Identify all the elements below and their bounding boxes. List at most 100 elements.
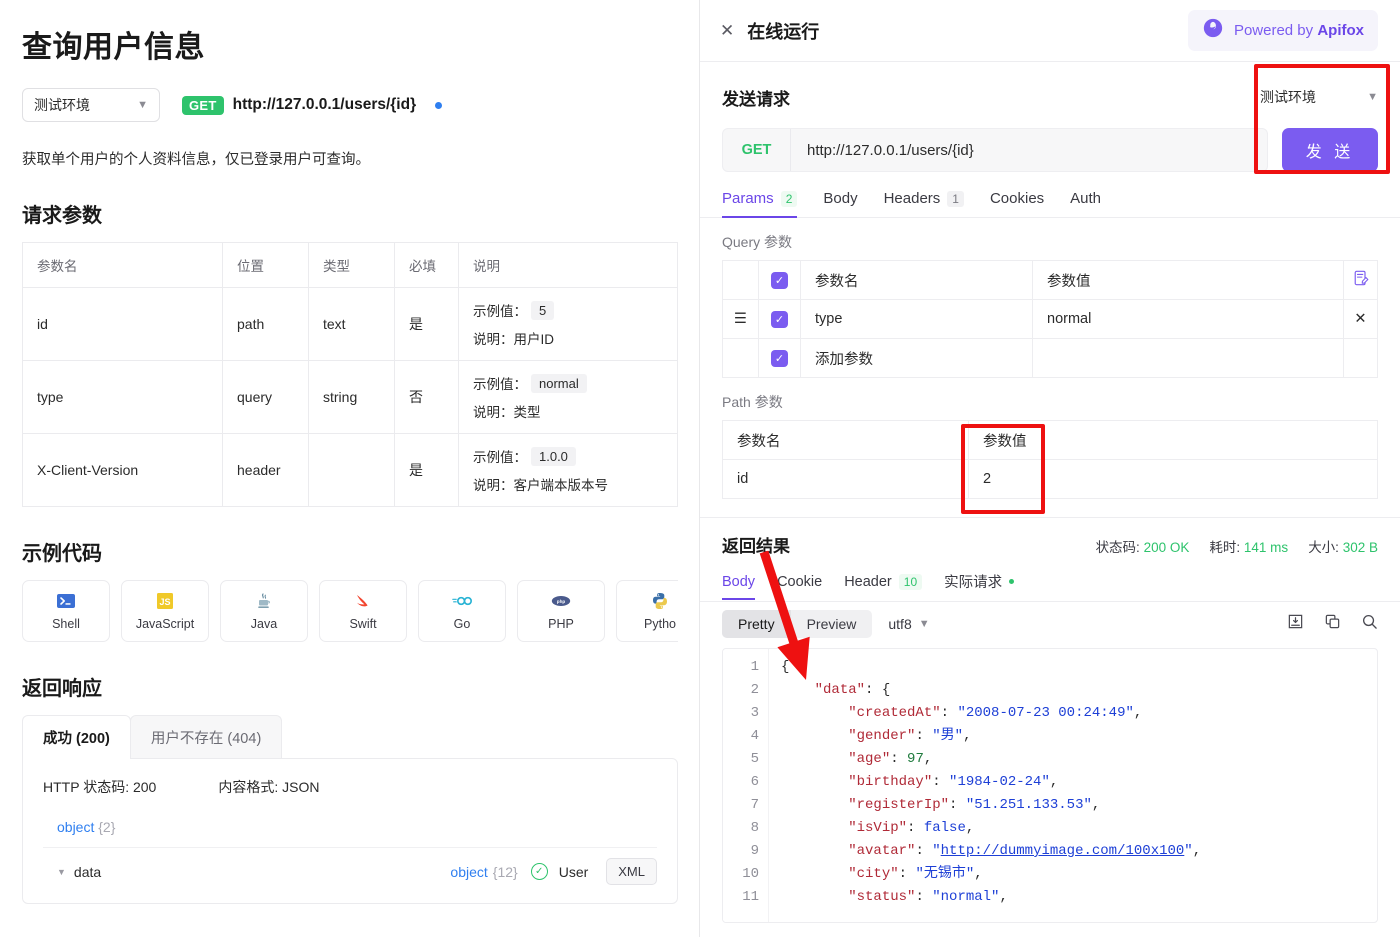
json-response-viewer[interactable]: 1 2 3 4 5 6 7 8 9 10 11 { "data": { "createdAt": "… [722,648,1378,923]
lang-label: PHP [548,617,574,631]
tab-params[interactable]: Params 2 [722,190,798,218]
schema-row-data[interactable]: ▼ data object {12} ✓ User XML [43,847,657,885]
example-label: 示例值： [473,450,527,465]
empty-cell [1343,338,1378,378]
view-mode-preview[interactable]: Preview [791,610,873,638]
lang-card-python[interactable]: Pytho [616,580,678,642]
stat-value: 141 ms [1243,540,1289,555]
example-value: 5 [531,300,555,320]
code-token: , [1049,774,1059,790]
row-checkbox[interactable]: ✓ [771,349,788,367]
result-title: 返回结果 [722,537,790,556]
lang-card-swift[interactable]: Swift [319,580,407,642]
tab-headers[interactable]: Headers 1 [884,190,964,217]
code-line: "avatar": "http://dummyimage.com/100x100… [781,840,1377,863]
view-mode-pretty[interactable]: Pretty [722,610,791,638]
environment-select[interactable]: 测试环境 ▼ [22,88,160,122]
param-type: string [308,360,395,434]
send-button[interactable]: 发 送 [1282,128,1378,172]
path-param-name: id [722,459,969,499]
add-param-value[interactable] [1032,338,1344,378]
example-label: 示例值： [473,377,527,392]
tab-result-cookie[interactable]: Cookie [777,574,822,599]
environment-select-label: 测试环境 [34,97,90,113]
tab-auth[interactable]: Auth [1070,190,1101,217]
col-param-in: 位置 [222,242,309,288]
table-row: X-Client-Version header 是 示例值： 1.0.0 说明：… [22,433,678,507]
code-line: "isVip": false, [781,817,1377,840]
stat-value: 302 B [1342,540,1378,555]
tab-result-header[interactable]: Header 10 [844,573,923,599]
xml-button[interactable]: XML [606,858,657,885]
powered-by-apifox[interactable]: Powered by Apifox [1187,10,1378,51]
page-title: 查询用户信息 [22,31,205,64]
copy-icon[interactable] [1324,613,1341,635]
lang-card-javascript[interactable]: JS JavaScript [121,580,209,642]
table-header-row: ✓ 参数名 参数值 [722,260,1378,300]
select-all-checkbox[interactable]: ✓ [771,271,788,289]
tab-label: Cookies [989,190,1045,207]
query-param-value[interactable]: normal [1032,299,1344,339]
param-required: 否 [394,360,459,434]
api-description: 获取单个用户的个人资料信息，仅已登录用户可查询。 [22,152,370,168]
bulk-edit-cell [1343,260,1378,300]
search-icon[interactable] [1361,613,1378,635]
url-input[interactable]: GET http://127.0.0.1/users/{id} [722,128,1268,172]
stat-size: 大小: 302 B [1308,536,1378,556]
param-in: path [222,287,309,361]
code-token: : [932,774,950,790]
result-stats: 状态码: 200 OK 耗时: 141 ms 大小: 302 B [1096,536,1378,556]
code-token: : [915,728,933,744]
code-token[interactable]: http://dummyimage.com/100x100 [941,843,1185,859]
tab-cookies[interactable]: Cookies [990,190,1044,217]
drag-handle-icon[interactable]: ☰ [722,299,759,339]
path-param-value[interactable]: 2 [968,459,1378,499]
query-param-name[interactable]: type [800,299,1033,339]
lang-label: Go [453,617,471,631]
code-token: , [1192,843,1202,859]
lang-card-shell[interactable]: Shell [22,580,110,642]
line-number: 10 [742,866,759,882]
tab-label: 实际请求 [944,575,1003,591]
send-request-section: 发送请求 测试环境 ▼ GET http://127.0.0.1/users/{… [700,62,1400,172]
line-number: 7 [750,797,759,813]
param-desc-line: 说明：用户ID [473,328,663,348]
chevron-down-icon[interactable]: ▼ [57,867,66,877]
tab-body[interactable]: Body [823,190,857,217]
download-icon[interactable] [1287,613,1304,635]
tab-response-404[interactable]: 用户不存在 (404) [129,715,283,759]
param-example-line: 示例值： 5 [473,300,663,320]
python-icon [650,591,670,611]
panel-title: 在线运行 [747,21,820,42]
col-param-name: 参数名 [22,242,223,288]
json-code[interactable]: { "data": { "createdAt": "2008-07-23 00:… [769,649,1377,922]
col-param-type: 类型 [308,242,395,288]
tab-actual-request[interactable]: 实际请求 [944,571,1015,601]
tab-response-200[interactable]: 成功 (200) [22,715,131,759]
runtime-environment-select[interactable]: 测试环境 ▼ [1260,81,1378,113]
lang-card-java[interactable]: Java [220,580,308,642]
lang-card-go[interactable]: Go [418,580,506,642]
line-number: 11 [742,889,759,905]
line-number-gutter: 1 2 3 4 5 6 7 8 9 10 11 [723,649,769,922]
encoding-select[interactable]: utf8 ▼ [888,616,929,632]
desc-label: 说明： [473,478,514,493]
result-header: 返回结果 状态码: 200 OK 耗时: 141 ms 大小: 302 B [700,518,1400,557]
remove-row-icon[interactable]: ✕ [1343,299,1378,339]
row-checkbox[interactable]: ✓ [771,310,788,328]
code-token: "birthday" [848,774,933,790]
lang-card-php[interactable]: php PHP [517,580,605,642]
api-doc-panel: 查询用户信息 测试环境 ▼ GET http://127.0.0.1/users… [0,0,700,937]
tab-result-body[interactable]: Body [722,574,756,600]
code-samples-heading: 示例代码 [22,543,102,565]
query-params-label: Query 参数 [722,234,793,250]
bulk-edit-icon[interactable] [1353,270,1369,290]
add-param-placeholder[interactable]: 添加参数 [800,338,1033,378]
close-icon[interactable]: ✕ [720,22,734,39]
param-desc-cell: 示例值： 5 说明：用户ID [458,287,678,361]
param-name: id [22,287,223,361]
powered-prefix: Powered by [1233,22,1318,39]
